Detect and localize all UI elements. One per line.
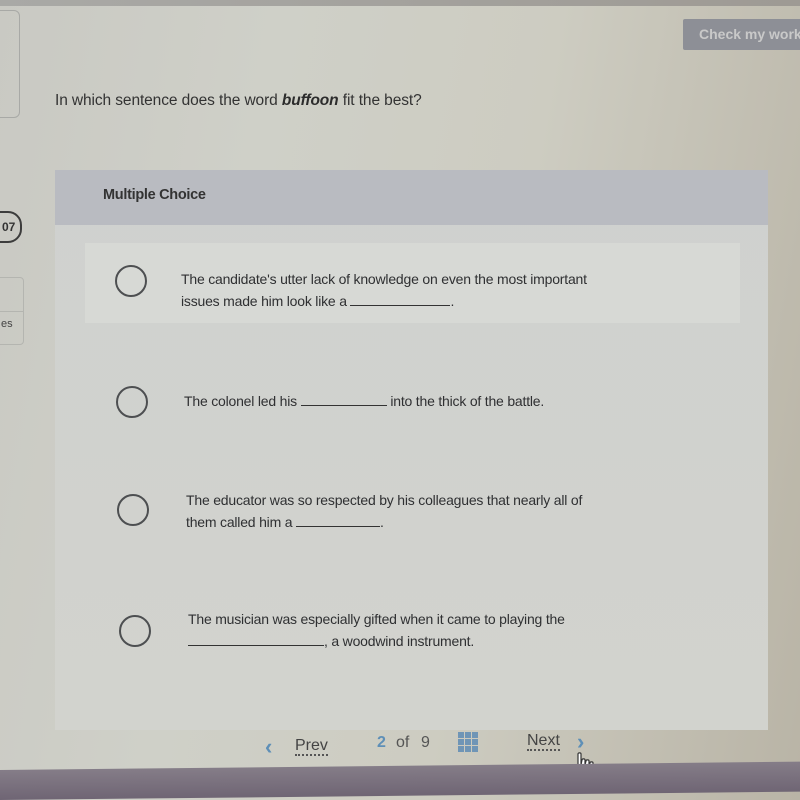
question-prompt: In which sentence does the word buffoon … [55,92,422,110]
option-4-blank [188,645,324,646]
question-keyword: buffoon [281,92,339,109]
score-value: 07 [2,220,16,234]
option-4-line2-after: , a woodwind instrument. [324,633,475,649]
option-2-text: The colonel led his into the thick of th… [184,390,744,412]
radio-button-option-4[interactable] [119,615,151,647]
score-badge: 07 [0,211,22,243]
option-1-line2-after: . [450,293,455,309]
option-3-line2-before: them called him a [186,514,297,530]
option-3-line2-after: . [380,514,384,530]
chevron-left-icon[interactable]: ‹ [265,734,272,760]
grid-icon[interactable] [458,732,478,752]
check-my-work-button[interactable]: Check my work [683,19,800,50]
option-1-line1: The candidate's utter lack of knowledge … [181,271,587,287]
question-suffix: fit the best? [338,92,422,109]
multiple-choice-panel: Multiple Choice The candidate's utter la… [55,170,768,730]
check-my-work-label: Check my work [699,26,800,42]
answer-option-3[interactable]: The educator was so respected by his col… [85,480,740,550]
page-of-label: of [396,734,410,751]
question-prefix: In which sentence does the word [55,92,282,109]
option-4-text: The musician was especially gifted when … [188,608,748,652]
option-1-blank [350,305,451,306]
answer-option-2[interactable]: The colonel led his into the thick of th… [85,370,740,430]
current-page: 2 [377,734,386,751]
option-1-text: The candidate's utter lack of knowledge … [181,268,741,312]
pagination-bar: ‹ Prev 2 of 9 Next › [0,728,800,764]
option-2-blank [300,405,387,406]
side-card-label: es [1,318,13,330]
side-card-divider [0,311,23,312]
multiple-choice-title: Multiple Choice [103,187,206,203]
option-3-text: The educator was so respected by his col… [186,489,746,533]
side-card[interactable]: es [0,277,24,345]
radio-button-option-3[interactable] [117,494,149,526]
prev-button[interactable]: Prev [295,737,328,756]
option-1-line2-before: issues made him look like a [181,293,351,309]
option-4-line1: The musician was especially gifted when … [188,611,565,627]
monitor-bezel [0,761,800,800]
answer-option-1[interactable]: The candidate's utter lack of knowledge … [85,243,740,323]
answer-option-4[interactable]: The musician was especially gifted when … [85,600,740,670]
option-3-blank [296,526,381,527]
total-pages: 9 [421,734,430,751]
option-2-after: into the thick of the battle. [386,393,545,409]
multiple-choice-header: Multiple Choice [55,170,768,225]
left-panel-box[interactable] [0,10,20,118]
option-2-before: The colonel led his [184,393,301,409]
top-bar [0,0,800,6]
radio-button-option-1[interactable] [115,265,147,297]
next-button[interactable]: Next [527,732,560,751]
option-3-line1: The educator was so respected by his col… [186,492,583,508]
radio-button-option-2[interactable] [116,386,148,418]
